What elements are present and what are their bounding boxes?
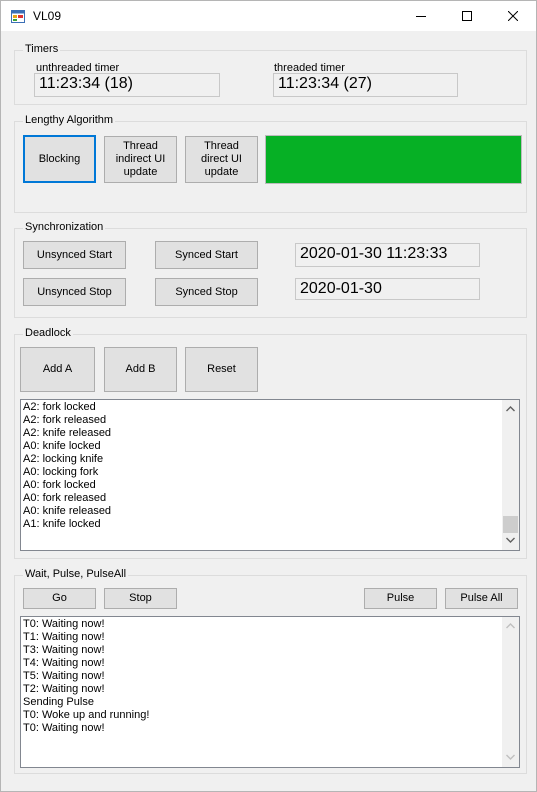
sync-datetime-field[interactable]: 2020-01-30 11:23:33 — [295, 243, 480, 267]
title-bar[interactable]: VL09 — [1, 1, 536, 31]
pulse-all-button[interactable]: Pulse All — [445, 588, 518, 609]
blocking-button[interactable]: Blocking — [23, 135, 96, 183]
wait-log-items: T0: Waiting now! T1: Waiting now! T3: Wait… — [23, 618, 501, 735]
close-button[interactable] — [490, 1, 536, 31]
chevron-down-icon — [506, 537, 515, 543]
window-title: VL09 — [33, 9, 62, 23]
synced-start-button[interactable]: Synced Start — [155, 241, 258, 269]
wait-log-item[interactable]: T2: Waiting now! — [23, 683, 501, 696]
app-icon — [11, 10, 25, 23]
minimize-icon — [416, 16, 426, 17]
deadlock-log-scrollbar[interactable] — [502, 400, 519, 550]
add-b-button[interactable]: Add B — [104, 347, 177, 392]
pulse-button[interactable]: Pulse — [364, 588, 437, 609]
deadlock-log-item[interactable]: A2: fork locked — [23, 401, 501, 414]
stop-button[interactable]: Stop — [104, 588, 177, 609]
chevron-up-icon — [506, 406, 515, 412]
scroll-down-arrow[interactable] — [502, 532, 519, 549]
deadlock-log-list[interactable]: A2: fork locked A2: fork released A2: knif… — [20, 399, 520, 551]
deadlock-log-item[interactable]: A0: fork locked — [23, 479, 501, 492]
chevron-up-icon — [506, 623, 515, 629]
scroll-up-arrow[interactable] — [502, 618, 519, 635]
add-a-button[interactable]: Add A — [20, 347, 95, 392]
wait-log-item[interactable]: T0: Waiting now! — [23, 722, 501, 735]
deadlock-log-item[interactable]: A2: fork released — [23, 414, 501, 427]
main-window: VL09 Timers unthreaded timer 11:23:34 (1… — [0, 0, 537, 792]
thread-indirect-ui-update-label: Thread indirect UI update — [115, 140, 166, 178]
go-button[interactable]: Go — [23, 588, 96, 609]
wait-log-list[interactable]: T0: Waiting now! T1: Waiting now! T3: Wait… — [20, 616, 520, 768]
deadlock-log-item[interactable]: A1: knife locked — [23, 518, 501, 531]
deadlock-log-item[interactable]: A2: locking knife — [23, 453, 501, 466]
progress-bar-fill — [266, 136, 521, 183]
thread-indirect-ui-update-button[interactable]: Thread indirect UI update — [104, 136, 177, 183]
deadlock-log-items: A2: fork locked A2: fork released A2: knif… — [23, 401, 501, 531]
deadlock-caption: Deadlock — [23, 327, 73, 339]
wait-log-scrollbar[interactable] — [502, 617, 519, 767]
sync-date-field[interactable]: 2020-01-30 — [295, 278, 480, 300]
thread-direct-ui-update-label: Thread direct UI update — [201, 140, 242, 178]
maximize-icon — [462, 11, 472, 21]
unsynced-start-button[interactable]: Unsynced Start — [23, 241, 126, 269]
wait-log-item[interactable]: T5: Waiting now! — [23, 670, 501, 683]
deadlock-log-item[interactable]: A0: knife locked — [23, 440, 501, 453]
reset-button[interactable]: Reset — [185, 347, 258, 392]
progress-bar — [265, 135, 522, 184]
wait-log-item[interactable]: T3: Waiting now! — [23, 644, 501, 657]
chevron-down-icon — [506, 754, 515, 760]
threaded-timer-field[interactable]: 11:23:34 (27) — [273, 73, 458, 97]
wait-pulse-caption: Wait, Pulse, PulseAll — [23, 568, 129, 580]
wait-log-item[interactable]: T0: Woke up and running! — [23, 709, 501, 722]
deadlock-log-item[interactable]: A0: knife released — [23, 505, 501, 518]
synchronization-caption: Synchronization — [23, 221, 106, 233]
thread-direct-ui-update-button[interactable]: Thread direct UI update — [185, 136, 258, 183]
scroll-down-arrow[interactable] — [502, 749, 519, 766]
unthreaded-timer-field[interactable]: 11:23:34 (18) — [34, 73, 220, 97]
deadlock-log-item[interactable]: A0: fork released — [23, 492, 501, 505]
wait-log-item[interactable]: T0: Waiting now! — [23, 618, 501, 631]
deadlock-log-item[interactable]: A0: locking fork — [23, 466, 501, 479]
wait-log-item[interactable]: T1: Waiting now! — [23, 631, 501, 644]
scroll-up-arrow[interactable] — [502, 401, 519, 418]
synced-stop-button[interactable]: Synced Stop — [155, 278, 258, 306]
scroll-thumb[interactable] — [503, 516, 518, 533]
minimize-button[interactable] — [398, 1, 444, 31]
unsynced-stop-button[interactable]: Unsynced Stop — [23, 278, 126, 306]
wait-log-item[interactable]: T4: Waiting now! — [23, 657, 501, 670]
close-icon — [508, 11, 518, 21]
lengthy-algorithm-caption: Lengthy Algorithm — [23, 114, 116, 126]
wait-log-item[interactable]: Sending Pulse — [23, 696, 501, 709]
timers-caption: Timers — [23, 43, 61, 55]
maximize-button[interactable] — [444, 1, 490, 31]
deadlock-log-item[interactable]: A2: knife released — [23, 427, 501, 440]
